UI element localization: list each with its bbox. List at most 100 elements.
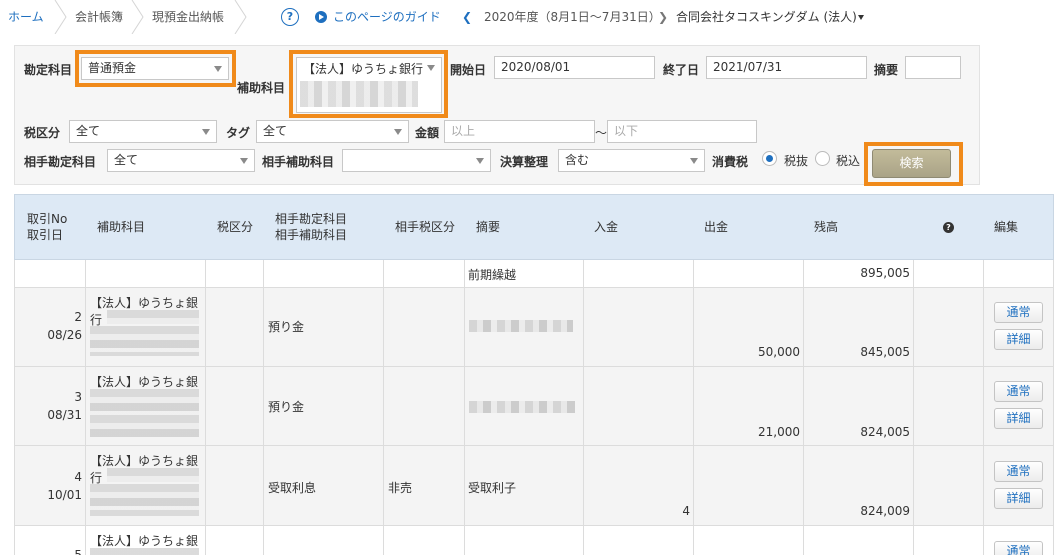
memo-label: 摘要 — [874, 63, 899, 77]
normal-edit-button[interactable]: 通常 — [994, 381, 1043, 402]
header-memo: 摘要 — [476, 220, 501, 234]
detail-edit-button[interactable]: 詳細 — [994, 488, 1043, 509]
table-header: 取引No 取引日 補助科目 税区分 相手勘定科目 相手補助科目 相手税区分 摘要… — [14, 194, 1054, 260]
grid-line — [803, 260, 804, 555]
question-icon[interactable]: ? — [943, 222, 954, 233]
header-balance: 残高 — [814, 220, 839, 234]
counter-account-label: 相手勘定科目 — [24, 155, 97, 169]
tax-class-label: 税区分 — [24, 126, 61, 140]
closing-select[interactable]: 含む — [558, 149, 705, 172]
detail-edit-button[interactable]: 詳細 — [994, 408, 1043, 429]
closing-label: 決算整理 — [500, 155, 549, 169]
header-withdrawal: 出金 — [704, 220, 729, 234]
header-tax-class: 税区分 — [217, 220, 254, 234]
account-label: 勘定科目 — [24, 63, 73, 77]
balance-cell: 824,009 — [860, 504, 910, 518]
fiscal-year: 2020年度（8月1日〜7月31日） — [484, 10, 661, 24]
transaction-no[interactable]: 5 — [14, 548, 82, 555]
tag-select-value: 全て — [263, 124, 288, 138]
tax-incl-label: 税込 — [836, 154, 861, 168]
chevron-right-icon[interactable]: ❯ — [658, 10, 668, 24]
sub-account-cell: 【法人】ゆうちょ銀 — [90, 534, 199, 548]
counter-account-select[interactable]: 全て — [107, 149, 255, 172]
transaction-no[interactable]: 2 — [14, 310, 82, 324]
balance-cell: 824,005 — [860, 425, 910, 439]
end-date-input[interactable]: 2021/07/31 — [706, 56, 867, 79]
withdrawal-cell: 21,000 — [758, 425, 800, 439]
redacted-text — [90, 548, 199, 555]
grid-line — [583, 260, 584, 555]
grid-line — [693, 260, 694, 555]
dropdown-arrow-icon — [690, 158, 698, 164]
balance-cell: 845,005 — [860, 345, 910, 359]
dropdown-arrow-icon — [240, 158, 248, 164]
highlight-frame — [864, 142, 963, 186]
tax-class-select-value: 全て — [76, 124, 101, 138]
transaction-no[interactable]: 4 — [14, 470, 82, 484]
highlight-frame — [75, 50, 236, 87]
counter-tax-cell: 非売 — [388, 481, 413, 495]
play-icon — [315, 11, 327, 23]
closing-select-value: 含む — [565, 153, 590, 167]
sub-account-label: 補助科目 — [237, 81, 286, 95]
counter-account-cell: 預り金 — [268, 320, 305, 334]
transaction-date: 10/01 — [47, 488, 82, 502]
grid-line — [983, 260, 984, 555]
breadcrumb-current: 現預金出納帳 — [152, 10, 225, 24]
tax-excl-label: 税抜 — [784, 154, 809, 168]
company-selector[interactable]: 合同会社タコスキングダム (法人) — [676, 0, 857, 34]
header-sub-account: 補助科目 — [97, 220, 146, 234]
dropdown-arrow-icon — [202, 129, 210, 135]
header-no-date: 取引No 取引日 — [19, 195, 89, 259]
header-counter-account: 相手勘定科目 — [275, 212, 348, 226]
counter-account-select-value: 全て — [114, 153, 139, 167]
counter-account-cell: 預り金 — [268, 400, 305, 414]
grid-line — [205, 260, 206, 555]
highlight-frame — [289, 50, 448, 118]
header-counter: 相手勘定科目 相手補助科目 — [267, 195, 385, 259]
grid-line — [263, 260, 264, 555]
carryover-balance: 895,005 — [860, 266, 910, 280]
counter-sub-select[interactable] — [342, 149, 491, 172]
sub-account-cell: 【法人】ゆうちょ銀 — [90, 296, 199, 310]
header-edit: 編集 — [994, 220, 1019, 234]
breadcrumb-separator — [54, 0, 67, 34]
normal-edit-button[interactable]: 通常 — [994, 302, 1043, 323]
top-bar: ホーム 会計帳簿 現預金出納帳 ? このページのガイド ❮ 2020年度（8月1… — [0, 0, 1059, 34]
tag-select[interactable]: 全て — [256, 120, 409, 143]
table-row: 3 08/31 【法人】ゆうちょ銀 預り金 21,000 824,005 通常 … — [14, 367, 1054, 446]
redacted-text — [469, 401, 575, 413]
breadcrumb-home[interactable]: ホーム — [8, 0, 44, 34]
carryover-memo: 前期繰越 — [468, 268, 517, 282]
header-deposit: 入金 — [594, 220, 619, 234]
sub-account-cell: 【法人】ゆうちょ銀 — [90, 375, 199, 389]
table-row: 5 【法人】ゆうちょ銀 通常 — [14, 526, 1054, 555]
table-row: 4 10/01 【法人】ゆうちょ銀 行 受取利息 非売 受取利子 4 824,0… — [14, 446, 1054, 526]
help-icon[interactable]: ? — [281, 8, 299, 26]
normal-edit-button[interactable]: 通常 — [994, 461, 1043, 482]
header-counter-tax: 相手税区分 — [395, 220, 456, 234]
tax-excl-radio[interactable] — [762, 151, 777, 166]
chevron-left-icon[interactable]: ❮ — [462, 10, 472, 24]
amount-max-input[interactable]: 以下 — [607, 120, 757, 143]
caret-down-icon[interactable] — [858, 15, 864, 20]
tax-class-select[interactable]: 全て — [69, 120, 217, 143]
page-guide-link[interactable]: このページのガイド — [333, 0, 441, 34]
redacted-text — [107, 468, 199, 482]
memo-input[interactable] — [905, 56, 961, 79]
normal-edit-button[interactable]: 通常 — [994, 541, 1043, 555]
dropdown-arrow-icon — [476, 158, 484, 164]
transaction-no[interactable]: 3 — [14, 390, 82, 404]
start-date-input[interactable]: 2020/08/01 — [494, 56, 655, 79]
withdrawal-cell: 50,000 — [758, 345, 800, 359]
consumption-tax-label: 消費税 — [712, 155, 749, 169]
redacted-text — [90, 326, 199, 356]
breadcrumb-ledger[interactable]: 会計帳簿 — [75, 0, 123, 34]
amount-min-input[interactable]: 以上 — [444, 120, 595, 143]
tax-incl-radio[interactable] — [815, 151, 830, 166]
transaction-date: 08/26 — [47, 328, 82, 342]
dropdown-arrow-icon — [394, 129, 402, 135]
counter-account-cell: 受取利息 — [268, 481, 317, 495]
grid-line — [383, 260, 384, 555]
detail-edit-button[interactable]: 詳細 — [994, 329, 1043, 350]
